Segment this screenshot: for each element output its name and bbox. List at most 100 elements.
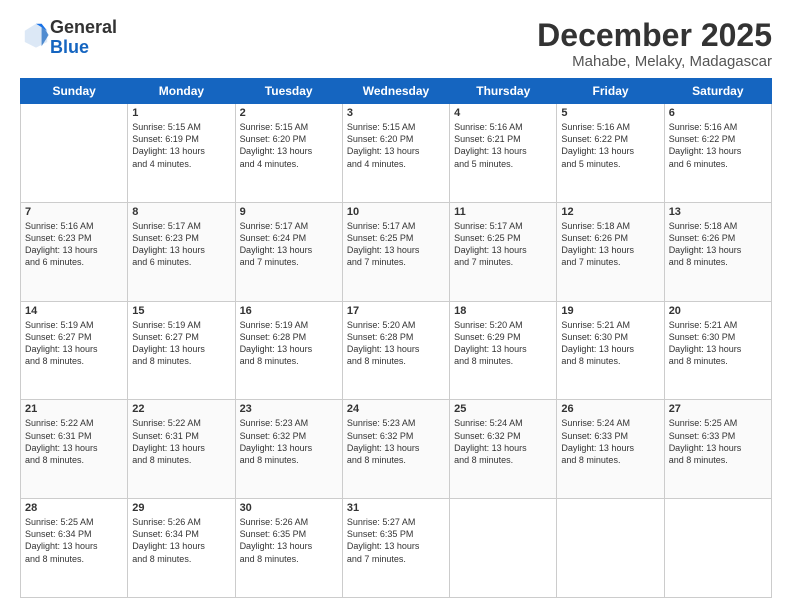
calendar-cell: 29 Sunrise: 5:26 AM Sunset: 6:34 PM Dayli… (128, 499, 235, 598)
calendar-cell: 6 Sunrise: 5:16 AM Sunset: 6:22 PM Daylig… (664, 104, 771, 203)
day-number: 8 (132, 206, 230, 218)
cell-content: Sunrise: 5:17 AM Sunset: 6:25 PM Dayligh… (454, 220, 552, 269)
calendar-cell: 22Sunrise: 5:22 AM Sunset: 6:31 PM Dayli… (128, 400, 235, 499)
calendar-header-row: Sunday Monday Tuesday Wednesday Thursday… (21, 79, 772, 104)
calendar-cell: 5Sunrise: 5:16 AM Sunset: 6:22 PM Daylig… (557, 104, 664, 203)
calendar-cell: 28Sunrise: 5:25 AM Sunset: 6:34 PM Dayli… (21, 499, 128, 598)
calendar-week-1: 1 Sunrise: 5:15 AM Sunset: 6:19 PM Daylig… (21, 104, 772, 203)
day-number: 14 (25, 305, 123, 317)
day-number: 2 (240, 107, 338, 119)
cell-content: Sunrise: 5:16 AM Sunset: 6:23 PM Dayligh… (25, 220, 123, 269)
day-number: 15 (132, 305, 230, 317)
day-number: 24 (347, 403, 445, 415)
sub-title: Mahabe, Melaky, Madagascar (537, 53, 772, 70)
day-number: 19 (561, 305, 659, 317)
cell-content: Sunrise: 5:15 AM Sunset: 6:19 PM Dayligh… (132, 121, 230, 170)
cell-content: Sunrise: 5:16 AM Sunset: 6:21 PM Dayligh… (454, 121, 552, 170)
day-number: 17 (347, 305, 445, 317)
cell-content: Sunrise: 5:16 AM Sunset: 6:22 PM Dayligh… (669, 121, 767, 170)
day-number: 5 (561, 107, 659, 119)
logo: General Blue (20, 18, 117, 58)
day-number: 16 (240, 305, 338, 317)
header: General Blue December 2025 Mahabe, Melak… (20, 18, 772, 70)
col-saturday: Saturday (664, 79, 771, 104)
cell-content: Sunrise: 5:17 AM Sunset: 6:24 PM Dayligh… (240, 220, 338, 269)
col-friday: Friday (557, 79, 664, 104)
day-number: 1 (132, 107, 230, 119)
calendar-week-2: 7 Sunrise: 5:16 AM Sunset: 6:23 PM Daylig… (21, 202, 772, 301)
calendar-cell: 27 Sunrise: 5:25 AM Sunset: 6:33 PM Dayli… (664, 400, 771, 499)
calendar-cell: 31Sunrise: 5:27 AM Sunset: 6:35 PM Dayli… (342, 499, 449, 598)
calendar-week-3: 14 Sunrise: 5:19 AM Sunset: 6:27 PM Dayli… (21, 301, 772, 400)
calendar-cell: 16Sunrise: 5:19 AM Sunset: 6:28 PM Dayli… (235, 301, 342, 400)
calendar-week-5: 28Sunrise: 5:25 AM Sunset: 6:34 PM Dayli… (21, 499, 772, 598)
col-tuesday: Tuesday (235, 79, 342, 104)
calendar-cell: 18Sunrise: 5:20 AM Sunset: 6:29 PM Dayli… (450, 301, 557, 400)
cell-content: Sunrise: 5:17 AM Sunset: 6:25 PM Dayligh… (347, 220, 445, 269)
calendar-cell: 9 Sunrise: 5:17 AM Sunset: 6:24 PM Daylig… (235, 202, 342, 301)
calendar-cell: 26Sunrise: 5:24 AM Sunset: 6:33 PM Dayli… (557, 400, 664, 499)
calendar-cell: 19 Sunrise: 5:21 AM Sunset: 6:30 PM Dayli… (557, 301, 664, 400)
calendar-cell: 20 Sunrise: 5:21 AM Sunset: 6:30 PM Dayli… (664, 301, 771, 400)
calendar-cell (21, 104, 128, 203)
cell-content: Sunrise: 5:20 AM Sunset: 6:28 PM Dayligh… (347, 319, 445, 368)
calendar-cell: 21Sunrise: 5:22 AM Sunset: 6:31 PM Dayli… (21, 400, 128, 499)
cell-content: Sunrise: 5:19 AM Sunset: 6:27 PM Dayligh… (25, 319, 123, 368)
day-number: 13 (669, 206, 767, 218)
day-number: 7 (25, 206, 123, 218)
calendar-cell: 13 Sunrise: 5:18 AM Sunset: 6:26 PM Dayli… (664, 202, 771, 301)
calendar-cell: 15 Sunrise: 5:19 AM Sunset: 6:27 PM Dayli… (128, 301, 235, 400)
cell-content: Sunrise: 5:18 AM Sunset: 6:26 PM Dayligh… (561, 220, 659, 269)
day-number: 27 (669, 403, 767, 415)
day-number: 28 (25, 502, 123, 514)
calendar-cell (557, 499, 664, 598)
cell-content: Sunrise: 5:15 AM Sunset: 6:20 PM Dayligh… (240, 121, 338, 170)
main-title: December 2025 (537, 18, 772, 53)
cell-content: Sunrise: 5:23 AM Sunset: 6:32 PM Dayligh… (347, 417, 445, 466)
calendar-cell: 2 Sunrise: 5:15 AM Sunset: 6:20 PM Daylig… (235, 104, 342, 203)
calendar-cell: 12 Sunrise: 5:18 AM Sunset: 6:26 PM Dayli… (557, 202, 664, 301)
day-number: 6 (669, 107, 767, 119)
title-block: December 2025 Mahabe, Melaky, Madagascar (537, 18, 772, 70)
cell-content: Sunrise: 5:27 AM Sunset: 6:35 PM Dayligh… (347, 516, 445, 565)
day-number: 20 (669, 305, 767, 317)
logo-text: General Blue (50, 18, 117, 58)
cell-content: Sunrise: 5:18 AM Sunset: 6:26 PM Dayligh… (669, 220, 767, 269)
cell-content: Sunrise: 5:25 AM Sunset: 6:33 PM Dayligh… (669, 417, 767, 466)
calendar-cell: 24 Sunrise: 5:23 AM Sunset: 6:32 PM Dayli… (342, 400, 449, 499)
col-wednesday: Wednesday (342, 79, 449, 104)
cell-content: Sunrise: 5:21 AM Sunset: 6:30 PM Dayligh… (561, 319, 659, 368)
calendar-cell: 11 Sunrise: 5:17 AM Sunset: 6:25 PM Dayli… (450, 202, 557, 301)
col-thursday: Thursday (450, 79, 557, 104)
calendar-cell: 30Sunrise: 5:26 AM Sunset: 6:35 PM Dayli… (235, 499, 342, 598)
cell-content: Sunrise: 5:26 AM Sunset: 6:35 PM Dayligh… (240, 516, 338, 565)
calendar-cell: 8 Sunrise: 5:17 AM Sunset: 6:23 PM Daylig… (128, 202, 235, 301)
cell-content: Sunrise: 5:22 AM Sunset: 6:31 PM Dayligh… (25, 417, 123, 466)
page: General Blue December 2025 Mahabe, Melak… (0, 0, 792, 612)
day-number: 18 (454, 305, 552, 317)
cell-content: Sunrise: 5:17 AM Sunset: 6:23 PM Dayligh… (132, 220, 230, 269)
calendar-cell: 7 Sunrise: 5:16 AM Sunset: 6:23 PM Daylig… (21, 202, 128, 301)
col-monday: Monday (128, 79, 235, 104)
day-number: 3 (347, 107, 445, 119)
day-number: 26 (561, 403, 659, 415)
col-sunday: Sunday (21, 79, 128, 104)
cell-content: Sunrise: 5:24 AM Sunset: 6:32 PM Dayligh… (454, 417, 552, 466)
cell-content: Sunrise: 5:19 AM Sunset: 6:27 PM Dayligh… (132, 319, 230, 368)
day-number: 25 (454, 403, 552, 415)
cell-content: Sunrise: 5:26 AM Sunset: 6:34 PM Dayligh… (132, 516, 230, 565)
cell-content: Sunrise: 5:15 AM Sunset: 6:20 PM Dayligh… (347, 121, 445, 170)
day-number: 9 (240, 206, 338, 218)
calendar-cell: 10 Sunrise: 5:17 AM Sunset: 6:25 PM Dayli… (342, 202, 449, 301)
day-number: 4 (454, 107, 552, 119)
calendar-cell: 17 Sunrise: 5:20 AM Sunset: 6:28 PM Dayli… (342, 301, 449, 400)
calendar-cell: 4 Sunrise: 5:16 AM Sunset: 6:21 PM Daylig… (450, 104, 557, 203)
day-number: 12 (561, 206, 659, 218)
calendar-cell (664, 499, 771, 598)
cell-content: Sunrise: 5:23 AM Sunset: 6:32 PM Dayligh… (240, 417, 338, 466)
cell-content: Sunrise: 5:21 AM Sunset: 6:30 PM Dayligh… (669, 319, 767, 368)
day-number: 29 (132, 502, 230, 514)
day-number: 23 (240, 403, 338, 415)
day-number: 10 (347, 206, 445, 218)
day-number: 11 (454, 206, 552, 218)
